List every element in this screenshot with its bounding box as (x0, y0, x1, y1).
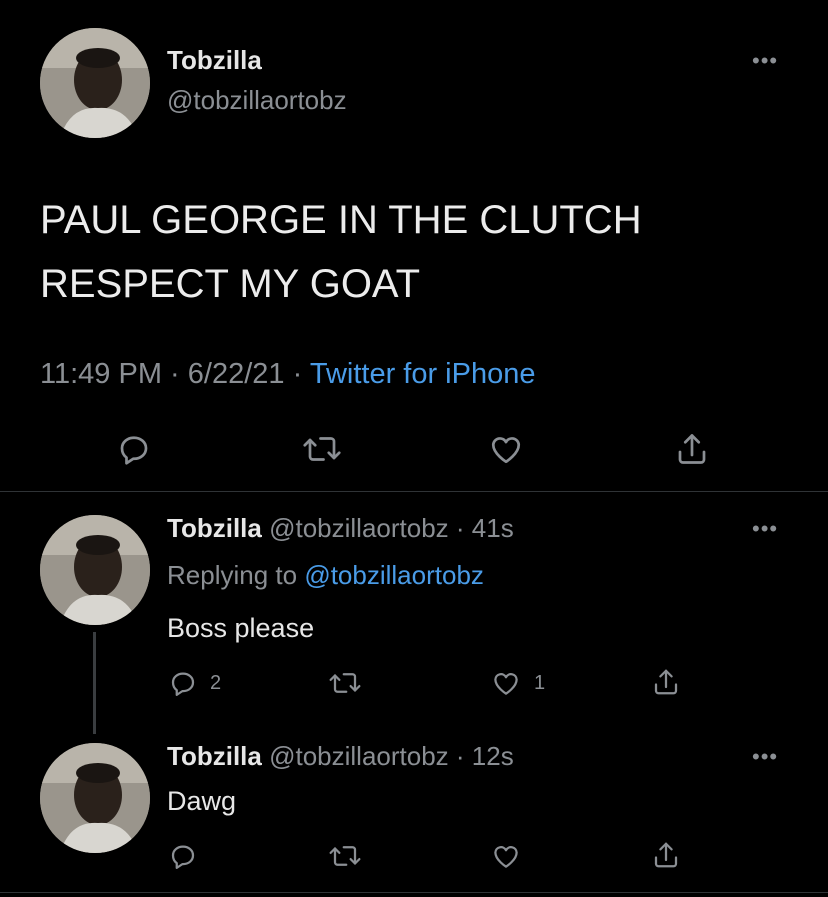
like-icon (494, 673, 518, 695)
avatar[interactable] (40, 515, 150, 625)
like-button[interactable]: 1 (490, 668, 545, 698)
reply-text: Boss please (167, 613, 315, 643)
reply-author-handle[interactable]: @tobzillaortobz (269, 513, 449, 543)
avatar-photo (40, 515, 150, 625)
share-button[interactable] (651, 839, 681, 871)
tweet-time: 11:49 PM (40, 358, 162, 390)
divider (0, 892, 828, 893)
divider (0, 491, 828, 492)
like-button[interactable] (490, 841, 522, 871)
reply-button[interactable]: 2 (168, 668, 221, 698)
like-button[interactable] (487, 431, 525, 467)
share-button[interactable] (651, 666, 681, 698)
more-icon[interactable]: ••• (752, 744, 778, 770)
like-count: 1 (534, 671, 546, 694)
replying-prefix: Replying to (167, 560, 298, 590)
replying-mention-link[interactable]: @tobzillaortobz (304, 560, 484, 590)
tweet-text: PAUL GEORGE IN THE CLUTCH RESPECT MY GOA… (40, 188, 642, 316)
share-icon (654, 842, 678, 868)
retweet-button[interactable] (328, 841, 362, 871)
tweet-meta: 11:49 PM · 6/22/21 · Twitter for iPhone (40, 358, 535, 391)
tweet-text-line: RESPECT MY GOAT (40, 262, 421, 306)
avatar[interactable] (40, 28, 150, 138)
reply-count: 2 (210, 671, 222, 694)
replying-to: Replying to @tobzillaortobz (167, 560, 484, 591)
reply-header: Tobzilla @tobzillaortobz · 12s (167, 741, 514, 772)
retweet-icon (329, 846, 361, 866)
retweet-button[interactable] (328, 668, 362, 698)
author-name[interactable]: Tobzilla (167, 45, 262, 76)
tweet-date: 6/22/21 (187, 358, 285, 390)
reply-separator: · (448, 513, 472, 543)
more-icon[interactable]: ••• (752, 48, 778, 74)
reply-icon (171, 845, 195, 869)
avatar-photo (40, 743, 150, 853)
reply-author-name[interactable]: Tobzilla (167, 513, 262, 543)
retweet-button[interactable] (302, 431, 342, 467)
reply-separator: · (448, 741, 472, 771)
thread-connector (93, 632, 96, 734)
reply-button[interactable] (116, 431, 152, 467)
more-icon[interactable]: ••• (752, 516, 778, 542)
tweet-text-line: PAUL GEORGE IN THE CLUTCH (40, 198, 642, 242)
like-icon (494, 846, 518, 868)
reply-button[interactable] (168, 841, 198, 871)
like-icon (491, 437, 521, 464)
reply-author-handle[interactable]: @tobzillaortobz (269, 741, 449, 771)
meta-separator: · (170, 358, 180, 390)
reply-author-name[interactable]: Tobzilla (167, 741, 262, 771)
reply-icon (171, 672, 195, 696)
reply-header: Tobzilla @tobzillaortobz · 41s (167, 513, 514, 544)
share-icon (678, 434, 706, 464)
reply-text: Dawg (167, 786, 237, 816)
retweet-icon (329, 673, 361, 693)
share-button[interactable] (674, 430, 710, 468)
share-icon (654, 669, 678, 695)
meta-separator: · (292, 358, 303, 390)
retweet-icon (303, 437, 341, 461)
reply-icon (120, 436, 148, 465)
reply-age: 12s (471, 741, 514, 771)
tweet-source-link[interactable]: Twitter for iPhone (310, 358, 536, 390)
reply-age: 41s (471, 513, 514, 543)
avatar[interactable] (40, 743, 150, 853)
author-handle[interactable]: @tobzillaortobz (167, 85, 347, 116)
avatar-photo (40, 28, 150, 138)
